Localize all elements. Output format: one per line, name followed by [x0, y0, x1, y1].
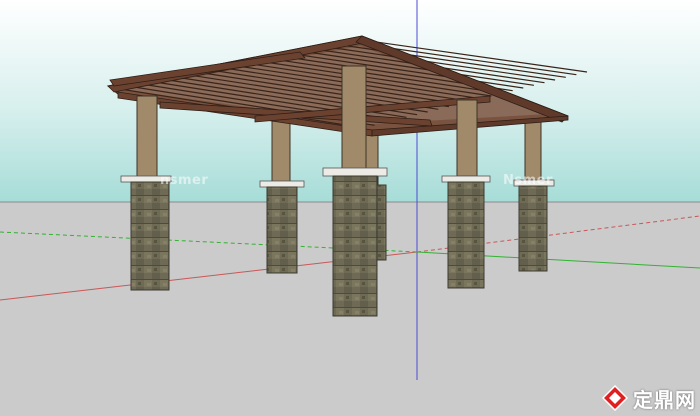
scene-canvas[interactable] — [0, 0, 700, 416]
brand-watermark: 定鼎网 — [602, 383, 696, 413]
watermark-text-left: nsmer — [160, 173, 209, 188]
brand-name: 定鼎网 — [633, 387, 696, 412]
model-viewport[interactable]: nsmer Nsmer 定鼎网 — [0, 0, 700, 416]
watermark-text-right: Nsmer — [503, 173, 553, 188]
diamond-logo-icon — [602, 385, 628, 411]
